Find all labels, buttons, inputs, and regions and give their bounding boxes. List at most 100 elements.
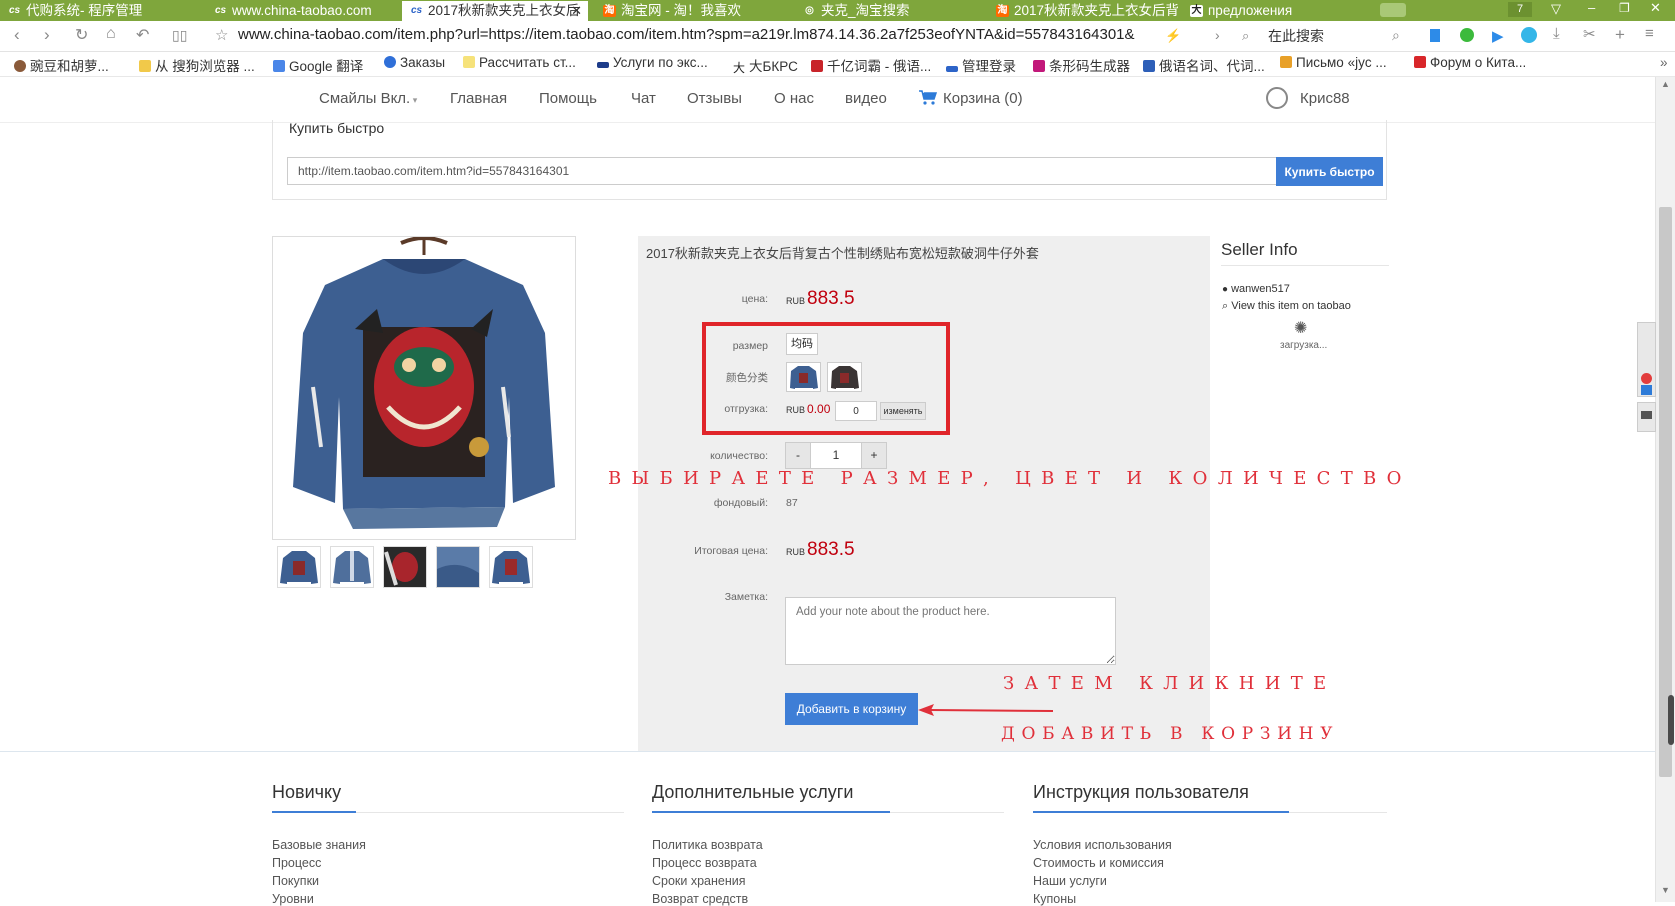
- side-tab-handle[interactable]: [1668, 695, 1674, 745]
- username[interactable]: Крис88: [1300, 90, 1350, 107]
- footer-link[interactable]: Процесс возврата: [652, 856, 757, 870]
- bookmark-item[interactable]: Рассчитать ст...: [463, 55, 576, 70]
- restore-icon[interactable]: ❐: [1619, 1, 1630, 15]
- footer-link[interactable]: Процесс: [272, 856, 321, 870]
- tab-count-badge[interactable]: 7: [1508, 2, 1532, 17]
- nav-home[interactable]: Главная: [450, 90, 507, 107]
- assistant-icon[interactable]: [1521, 27, 1537, 43]
- nav-about[interactable]: О нас: [774, 90, 814, 107]
- search-icon[interactable]: ⌕: [1392, 27, 1400, 44]
- footer-link[interactable]: Сроки хранения: [652, 874, 746, 888]
- product-thumbnail[interactable]: [330, 546, 374, 588]
- seller-name[interactable]: ● wanwen517: [1222, 283, 1290, 295]
- scroll-up-icon[interactable]: ▲: [1661, 79, 1670, 89]
- nav-help[interactable]: Помощь: [539, 90, 597, 107]
- footer-link[interactable]: Покупки: [272, 874, 319, 888]
- quantity-plus-button[interactable]: +: [861, 442, 887, 469]
- browser-tab[interactable]: 大 предложения: [1182, 1, 1372, 21]
- footer-link[interactable]: Наши услуги: [1033, 874, 1107, 888]
- browser-tab-active[interactable]: cs 2017秋新款夹克上衣女后 ✕: [402, 1, 588, 21]
- bookmark-item[interactable]: Заказы: [384, 55, 445, 70]
- play-icon[interactable]: ▶: [1492, 27, 1504, 45]
- side-feedback-widget[interactable]: [1637, 402, 1656, 432]
- bookmark-item[interactable]: 条形码生成器: [1033, 55, 1130, 75]
- new-tab-button[interactable]: [1380, 3, 1406, 17]
- bookmark-item[interactable]: 大大БКРС: [733, 55, 798, 75]
- footer-link[interactable]: Стоимость и комиссия: [1033, 856, 1164, 870]
- quantity-minus-button[interactable]: -: [785, 442, 811, 469]
- weibo-icon[interactable]: [1641, 373, 1652, 384]
- add-to-cart-button[interactable]: Добавить в корзину: [785, 693, 918, 725]
- add-icon[interactable]: +: [1615, 25, 1625, 45]
- product-thumbnail[interactable]: [436, 546, 480, 588]
- minimize-icon[interactable]: –: [1588, 0, 1595, 15]
- bookmark-item[interactable]: Форум о Кита...: [1414, 55, 1526, 70]
- scrollbar[interactable]: ▲ ▼: [1655, 77, 1675, 902]
- reload-icon[interactable]: ↻: [75, 25, 88, 45]
- close-window-icon[interactable]: ✕: [1650, 0, 1661, 16]
- browser-tab[interactable]: ◎ 夹克_淘宝搜索: [795, 1, 985, 21]
- forward-icon[interactable]: ›: [44, 25, 50, 45]
- star-icon[interactable]: ☆: [215, 26, 228, 44]
- scissors-icon[interactable]: ✂: [1583, 25, 1596, 43]
- nav-smiles[interactable]: Смайлы Вкл. ▾: [319, 90, 417, 107]
- chevron-right-icon[interactable]: »: [1660, 55, 1668, 70]
- url-field[interactable]: www.china-taobao.com/item.php?url=https:…: [238, 26, 1153, 43]
- quantity-input[interactable]: 1: [811, 442, 861, 469]
- footer-link[interactable]: Базовые знания: [272, 838, 366, 852]
- download-icon[interactable]: ⤓: [1553, 25, 1560, 42]
- message-icon[interactable]: [1641, 411, 1652, 419]
- bookmark-item[interactable]: Услуги по экс...: [597, 55, 708, 70]
- nav-cart[interactable]: Корзина (0): [919, 90, 1023, 107]
- quick-buy-url-input[interactable]: [287, 157, 1277, 185]
- size-option[interactable]: 均码: [786, 333, 818, 355]
- skin-icon[interactable]: ▽: [1551, 1, 1561, 17]
- share-icon[interactable]: [1641, 385, 1652, 395]
- bookmark-item[interactable]: 管理登录: [946, 55, 1016, 75]
- browser-search-input[interactable]: 在此搜索: [1268, 26, 1324, 46]
- browser-tab[interactable]: 淘 淘宝网 - 淘！我喜欢: [595, 1, 788, 21]
- lightning-icon[interactable]: ⚡: [1165, 28, 1181, 44]
- bookmark-item[interactable]: 豌豆和胡萝...: [14, 55, 109, 75]
- close-icon[interactable]: ✕: [571, 1, 582, 21]
- back-icon[interactable]: ‹: [14, 25, 20, 45]
- browser-tab[interactable]: 淘 2017秋新款夹克上衣女后背: [988, 1, 1178, 21]
- undo-icon[interactable]: ↶: [136, 25, 149, 45]
- product-thumbnail[interactable]: [383, 546, 427, 588]
- scrollbar-thumb[interactable]: [1659, 207, 1672, 777]
- product-thumbnail[interactable]: [489, 546, 533, 588]
- chevron-right-icon[interactable]: ›: [1215, 27, 1220, 43]
- quick-buy-button[interactable]: Купить быстро: [1276, 157, 1383, 186]
- bookmark-item[interactable]: 千亿词霸 - 俄语...: [811, 55, 931, 75]
- shipping-input[interactable]: 0: [835, 401, 877, 421]
- bookmark-item[interactable]: 俄语名词、代词...: [1143, 55, 1265, 75]
- browser-tab[interactable]: cs 代购系统- 程序管理: [0, 1, 193, 21]
- nav-video[interactable]: видео: [845, 90, 887, 107]
- footer-link[interactable]: Условия использования: [1033, 838, 1172, 852]
- menu-icon[interactable]: ≡: [1645, 25, 1654, 42]
- footer-link[interactable]: Политика возврата: [652, 838, 763, 852]
- note-textarea[interactable]: [785, 597, 1116, 665]
- nav-reviews[interactable]: Отзывы: [687, 90, 742, 107]
- browser-tab[interactable]: cs www.china-taobao.com: [206, 1, 396, 21]
- nav-chat[interactable]: Чат: [631, 90, 656, 107]
- bookmark-item[interactable]: Письмо «jyc ...: [1280, 55, 1387, 70]
- user-avatar-icon[interactable]: [1266, 87, 1288, 109]
- side-share-widget[interactable]: [1637, 322, 1656, 397]
- wechat-icon[interactable]: [1460, 28, 1474, 42]
- bookmark-item[interactable]: 从 搜狗浏览器 ...: [139, 55, 255, 75]
- reader-icon[interactable]: ▯▯: [172, 27, 187, 44]
- product-main-image[interactable]: [272, 236, 576, 540]
- bookmark-item[interactable]: Google 翻译: [273, 55, 363, 75]
- view-on-taobao-link[interactable]: ⌕ View this item on taobao: [1222, 300, 1351, 313]
- color-option-dark[interactable]: [827, 362, 862, 392]
- footer-link[interactable]: Возврат средств: [652, 892, 748, 906]
- bookmark-icon[interactable]: [1430, 29, 1440, 42]
- home-icon[interactable]: ⌂: [106, 25, 116, 43]
- footer-link[interactable]: Уровни: [272, 892, 314, 906]
- color-option-blue[interactable]: [786, 362, 821, 392]
- search-engine-icon[interactable]: ⌕: [1242, 28, 1249, 44]
- scroll-down-icon[interactable]: ▼: [1661, 885, 1670, 895]
- footer-link[interactable]: Купоны: [1033, 892, 1076, 906]
- shipping-change-button[interactable]: изменять: [880, 402, 926, 420]
